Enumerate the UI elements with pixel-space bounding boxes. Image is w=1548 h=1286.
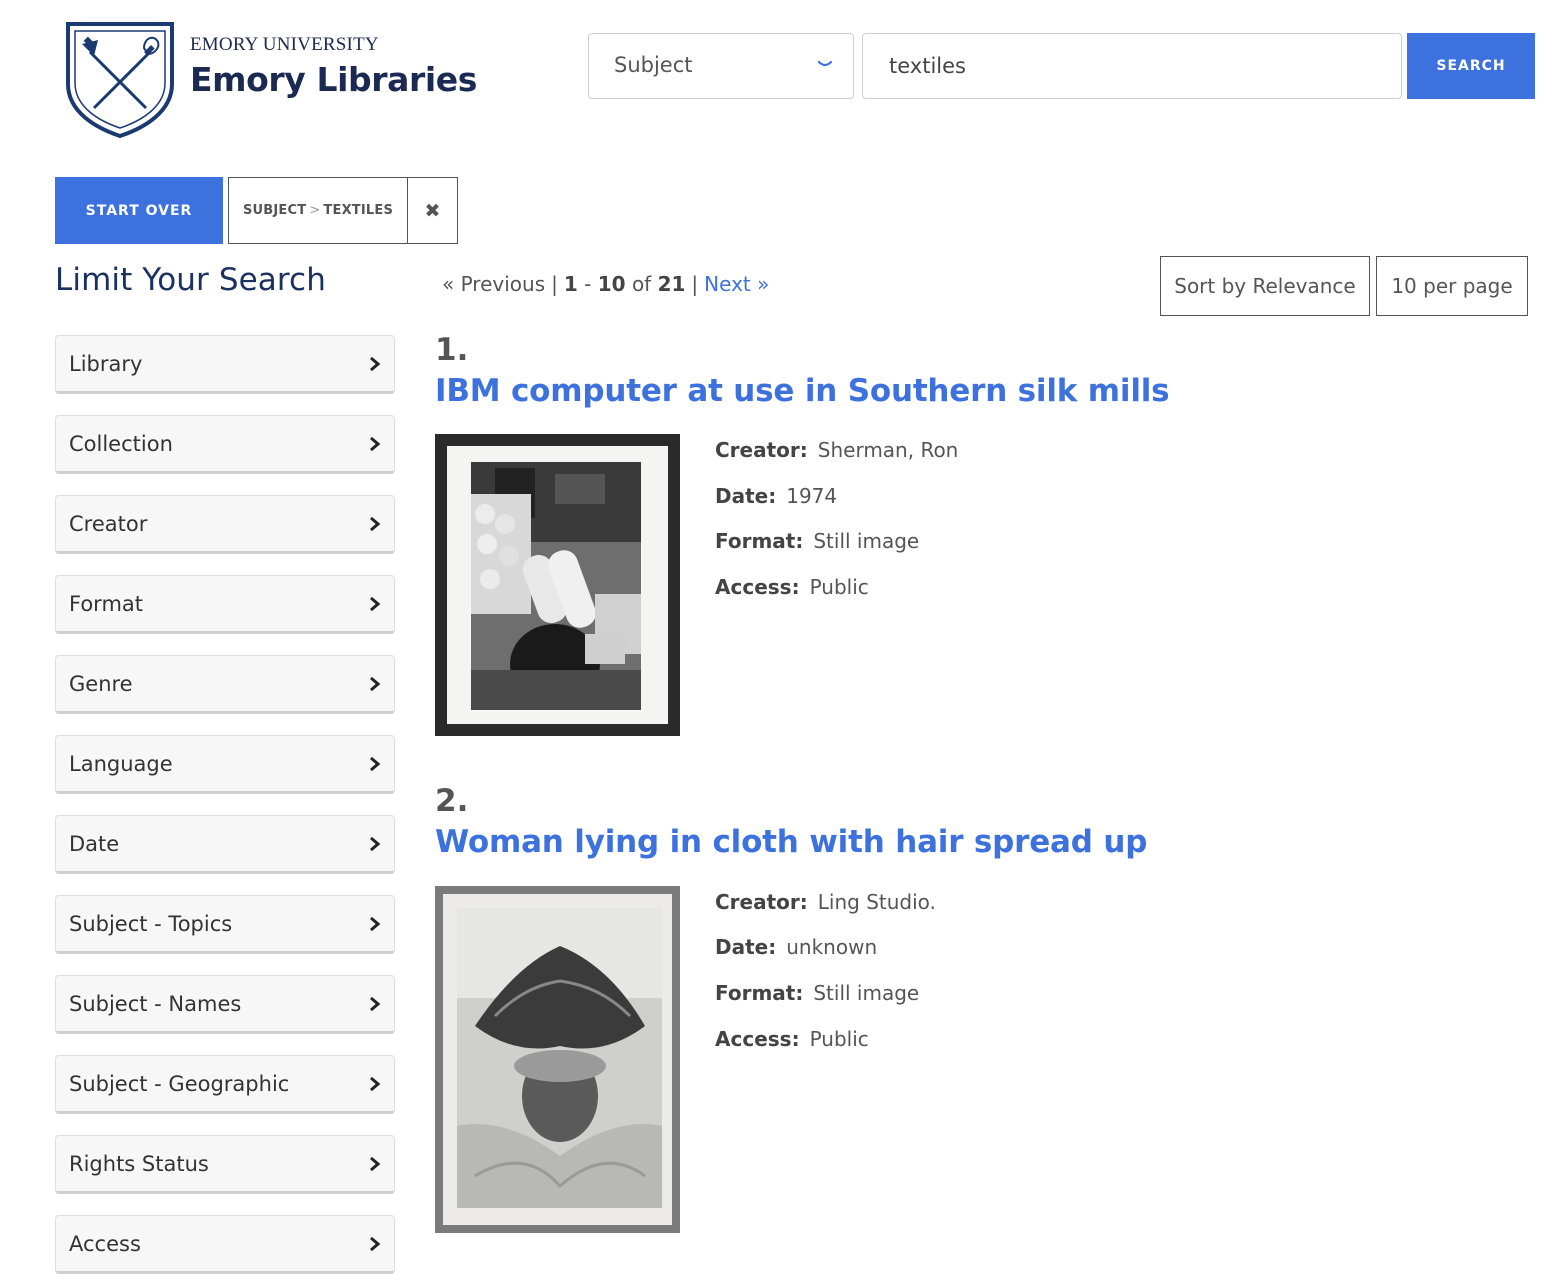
filter-value: TEXTILES	[323, 203, 394, 218]
creator-value: Sherman, Ron	[817, 438, 959, 462]
next-link[interactable]: Next »	[704, 272, 769, 296]
access-value: Public	[809, 575, 869, 599]
facet-label: Subject - Topics	[69, 912, 233, 936]
university-name: EMORY UNIVERSITY	[190, 34, 379, 55]
format-value: Still image	[813, 529, 920, 553]
chevron-right-icon	[368, 514, 382, 534]
facet-label: Rights Status	[69, 1152, 209, 1176]
facet-label: Language	[69, 752, 173, 776]
result-date: Date: unknown	[715, 935, 877, 959]
emory-shield-logo-icon[interactable]	[64, 20, 176, 139]
result-thumbnail[interactable]	[435, 886, 680, 1233]
chevron-right-icon	[368, 834, 382, 854]
result-access: Access: Public	[715, 575, 869, 599]
facet-access[interactable]: Access	[55, 1215, 395, 1274]
facet-label: Genre	[69, 672, 133, 696]
search-field-selected: Subject	[614, 53, 693, 77]
chevron-right-icon	[368, 674, 382, 694]
filter-separator: >	[309, 203, 321, 218]
date-label: Date:	[715, 935, 777, 959]
sort-dropdown[interactable]: Sort by Relevance	[1160, 256, 1370, 316]
search-button[interactable]: SEARCH	[1407, 33, 1535, 99]
remove-filter-button[interactable]: ✖	[407, 177, 458, 244]
search-field-select[interactable]: Subject	[588, 33, 854, 99]
page-range-start: 1	[563, 272, 578, 296]
result-format: Format: Still image	[715, 529, 919, 553]
page-range-of: of	[631, 272, 652, 296]
facet-label: Access	[69, 1232, 141, 1256]
creator-value: Ling Studio.	[817, 890, 936, 914]
result-thumbnail[interactable]	[435, 434, 680, 736]
limit-search-heading: Limit Your Search	[55, 262, 326, 298]
applied-filter: SUBJECT > TEXTILES	[228, 177, 408, 244]
facet-label: Library	[69, 352, 143, 376]
chevron-right-icon	[368, 914, 382, 934]
result-title-link[interactable]: Woman lying in cloth with hair spread up	[435, 824, 1147, 860]
chevron-right-icon	[368, 594, 382, 614]
chevron-right-icon	[368, 1234, 382, 1254]
result-access: Access: Public	[715, 1027, 869, 1051]
creator-label: Creator:	[715, 890, 808, 914]
facet-creator[interactable]: Creator	[55, 495, 395, 554]
format-label: Format:	[715, 981, 804, 1005]
facet-label: Subject - Names	[69, 992, 242, 1016]
result-date: Date: 1974	[715, 484, 837, 508]
format-label: Format:	[715, 529, 804, 553]
result-format: Format: Still image	[715, 981, 919, 1005]
date-value: 1974	[786, 484, 838, 508]
facet-language[interactable]: Language	[55, 735, 395, 794]
facet-date[interactable]: Date	[55, 815, 395, 874]
result-creator: Creator: Ling Studio.	[715, 890, 936, 914]
date-value: unknown	[786, 935, 878, 959]
chevron-down-icon	[815, 54, 835, 74]
chevron-right-icon	[368, 754, 382, 774]
facet-subject-topics[interactable]: Subject - Topics	[55, 895, 395, 954]
facet-genre[interactable]: Genre	[55, 655, 395, 714]
facet-label: Format	[69, 592, 144, 616]
access-label: Access:	[715, 575, 800, 599]
close-icon: ✖	[424, 199, 441, 222]
facet-format[interactable]: Format	[55, 575, 395, 634]
result-number: 2.	[435, 783, 469, 819]
facet-label: Collection	[69, 432, 173, 456]
chevron-right-icon	[368, 354, 382, 374]
page-range-end: 10	[597, 272, 626, 296]
format-value: Still image	[813, 981, 920, 1005]
filter-field: SUBJECT	[242, 203, 307, 218]
search-input[interactable]	[862, 33, 1402, 99]
result-title-link[interactable]: IBM computer at use in Southern silk mil…	[435, 373, 1170, 409]
result-number: 1.	[435, 332, 469, 368]
chevron-right-icon	[368, 994, 382, 1014]
chevron-right-icon	[368, 1154, 382, 1174]
facet-subject-geographic[interactable]: Subject - Geographic	[55, 1055, 395, 1114]
date-label: Date:	[715, 484, 777, 508]
chevron-right-icon	[368, 1074, 382, 1094]
page-total: 21	[657, 272, 686, 296]
start-over-button[interactable]: START OVER	[55, 177, 223, 244]
page-range-dash: -	[584, 272, 592, 296]
facet-subject-names[interactable]: Subject - Names	[55, 975, 395, 1034]
result-creator: Creator: Sherman, Ron	[715, 438, 958, 462]
facet-library[interactable]: Library	[55, 335, 395, 394]
per-page-dropdown[interactable]: 10 per page	[1376, 256, 1528, 316]
access-value: Public	[809, 1027, 869, 1051]
access-label: Access:	[715, 1027, 800, 1051]
facet-rights-status[interactable]: Rights Status	[55, 1135, 395, 1194]
previous-link: « Previous	[442, 272, 546, 296]
facet-label: Creator	[69, 512, 148, 536]
facet-collection[interactable]: Collection	[55, 415, 395, 474]
library-name[interactable]: Emory Libraries	[190, 60, 477, 99]
creator-label: Creator:	[715, 438, 808, 462]
chevron-right-icon	[368, 434, 382, 454]
pagination: « Previous | 1 - 10 of 21 | Next »	[442, 272, 770, 296]
facet-label: Date	[69, 832, 120, 856]
facet-label: Subject - Geographic	[69, 1072, 290, 1096]
